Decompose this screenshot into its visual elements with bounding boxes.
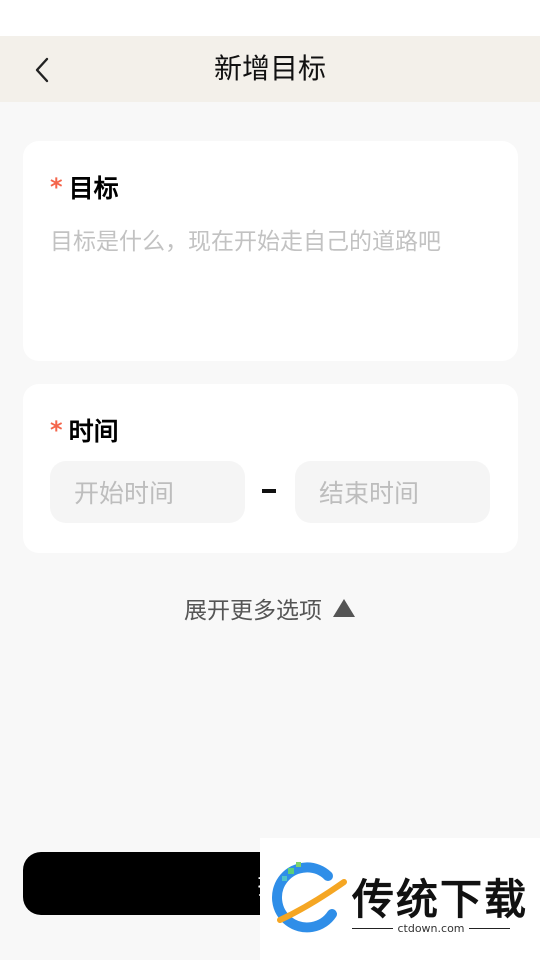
time-label-text: 时间 xyxy=(68,417,119,446)
triangle-up-icon xyxy=(332,598,356,618)
watermark: 传统下载 ctdown.com xyxy=(260,838,540,960)
required-mark: * xyxy=(50,173,63,201)
watermark-text: 传统下载 xyxy=(352,875,529,924)
expand-more-options-label: 展开更多选项 xyxy=(184,598,322,624)
goal-card: * 目标 xyxy=(23,141,518,361)
goal-input[interactable] xyxy=(50,221,490,331)
end-time-placeholder: 结束时间 xyxy=(319,479,420,508)
status-bar xyxy=(0,0,540,36)
page-title: 新增目标 xyxy=(213,52,326,85)
goal-label-text: 目标 xyxy=(68,174,119,203)
nav-bar: 新增目标 xyxy=(0,36,540,102)
back-button[interactable] xyxy=(22,50,62,90)
watermark-logo-icon xyxy=(272,862,347,933)
start-time-field[interactable]: 开始时间 xyxy=(50,461,245,523)
time-label: * 时间 xyxy=(50,412,119,448)
end-time-field[interactable]: 结束时间 xyxy=(295,461,490,523)
time-separator xyxy=(262,489,276,493)
time-card: *时间 开始时间 - 结束时间 xyxy=(23,384,518,553)
watermark-url: ctdown.com xyxy=(397,922,465,935)
chevron-left-icon xyxy=(35,57,49,83)
goal-label: * 目标 xyxy=(50,169,119,205)
watermark-subtext: ctdown.com xyxy=(352,922,510,935)
start-time-placeholder: 开始时间 xyxy=(74,479,175,508)
expand-more-options[interactable]: 展开更多选项 xyxy=(0,590,540,626)
required-mark: * xyxy=(50,416,63,444)
